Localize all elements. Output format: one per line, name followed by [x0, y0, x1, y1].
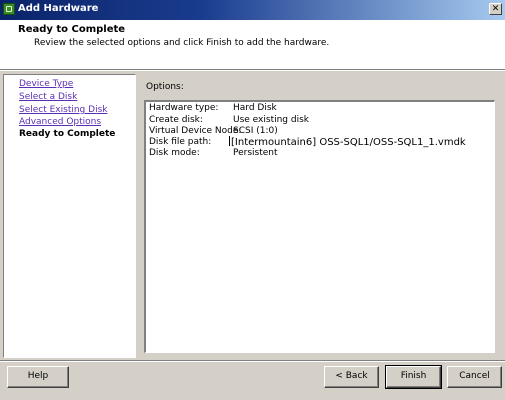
option-value: Hard Disk	[233, 103, 277, 113]
window-title: Add Hardware	[18, 3, 99, 14]
disk-path-value[interactable]: [Intermountain6] OSS-SQL1/OSS-SQL1_1.vmd…	[229, 136, 466, 148]
options-summary[interactable]: Hardware type: Hard Disk Create disk: Us…	[144, 100, 495, 353]
title-bar: Add Hardware ✕	[0, 0, 505, 20]
disk-path-text: [Intermountain6] OSS-SQL1/OSS-SQL1_1.vmd…	[231, 137, 466, 148]
header-divider	[0, 70, 505, 71]
wizard-steps-panel: Device Type Select a Disk Select Existin…	[3, 74, 136, 358]
close-icon: ✕	[491, 4, 500, 14]
text-caret	[229, 136, 230, 146]
footer-divider-highlight	[0, 361, 505, 362]
nav-select-existing-disk[interactable]: Select Existing Disk	[19, 105, 107, 115]
option-label: Disk mode:	[149, 148, 200, 158]
option-label: Create disk:	[149, 115, 203, 125]
nav-select-disk[interactable]: Select a Disk	[19, 92, 77, 102]
close-button[interactable]: ✕	[489, 3, 502, 15]
nav-device-type[interactable]: Device Type	[19, 79, 73, 89]
option-value: Persistent	[233, 148, 278, 158]
add-hardware-dialog: Add Hardware ✕ Ready to Complete Review …	[0, 0, 505, 400]
option-label: Virtual Device Node:	[149, 126, 242, 136]
options-label: Options:	[146, 82, 184, 92]
page-subtitle: Review the selected options and click Fi…	[34, 38, 330, 48]
nav-advanced-options[interactable]: Advanced Options	[19, 117, 101, 127]
cancel-button[interactable]: Cancel	[447, 366, 502, 388]
option-value: SCSI (1:0)	[233, 126, 278, 136]
option-value: Use existing disk	[233, 115, 309, 125]
option-label: Hardware type:	[149, 103, 219, 113]
nav-ready-to-complete: Ready to Complete	[19, 129, 116, 139]
wizard-header: Ready to Complete Review the selected op…	[0, 20, 505, 70]
finish-button[interactable]: Finish	[385, 365, 442, 389]
option-label: Disk file path:	[149, 137, 212, 147]
help-button[interactable]: Help	[7, 366, 69, 388]
page-title: Ready to Complete	[18, 24, 126, 35]
back-button[interactable]: < Back	[324, 366, 379, 388]
hardware-icon	[3, 3, 15, 15]
